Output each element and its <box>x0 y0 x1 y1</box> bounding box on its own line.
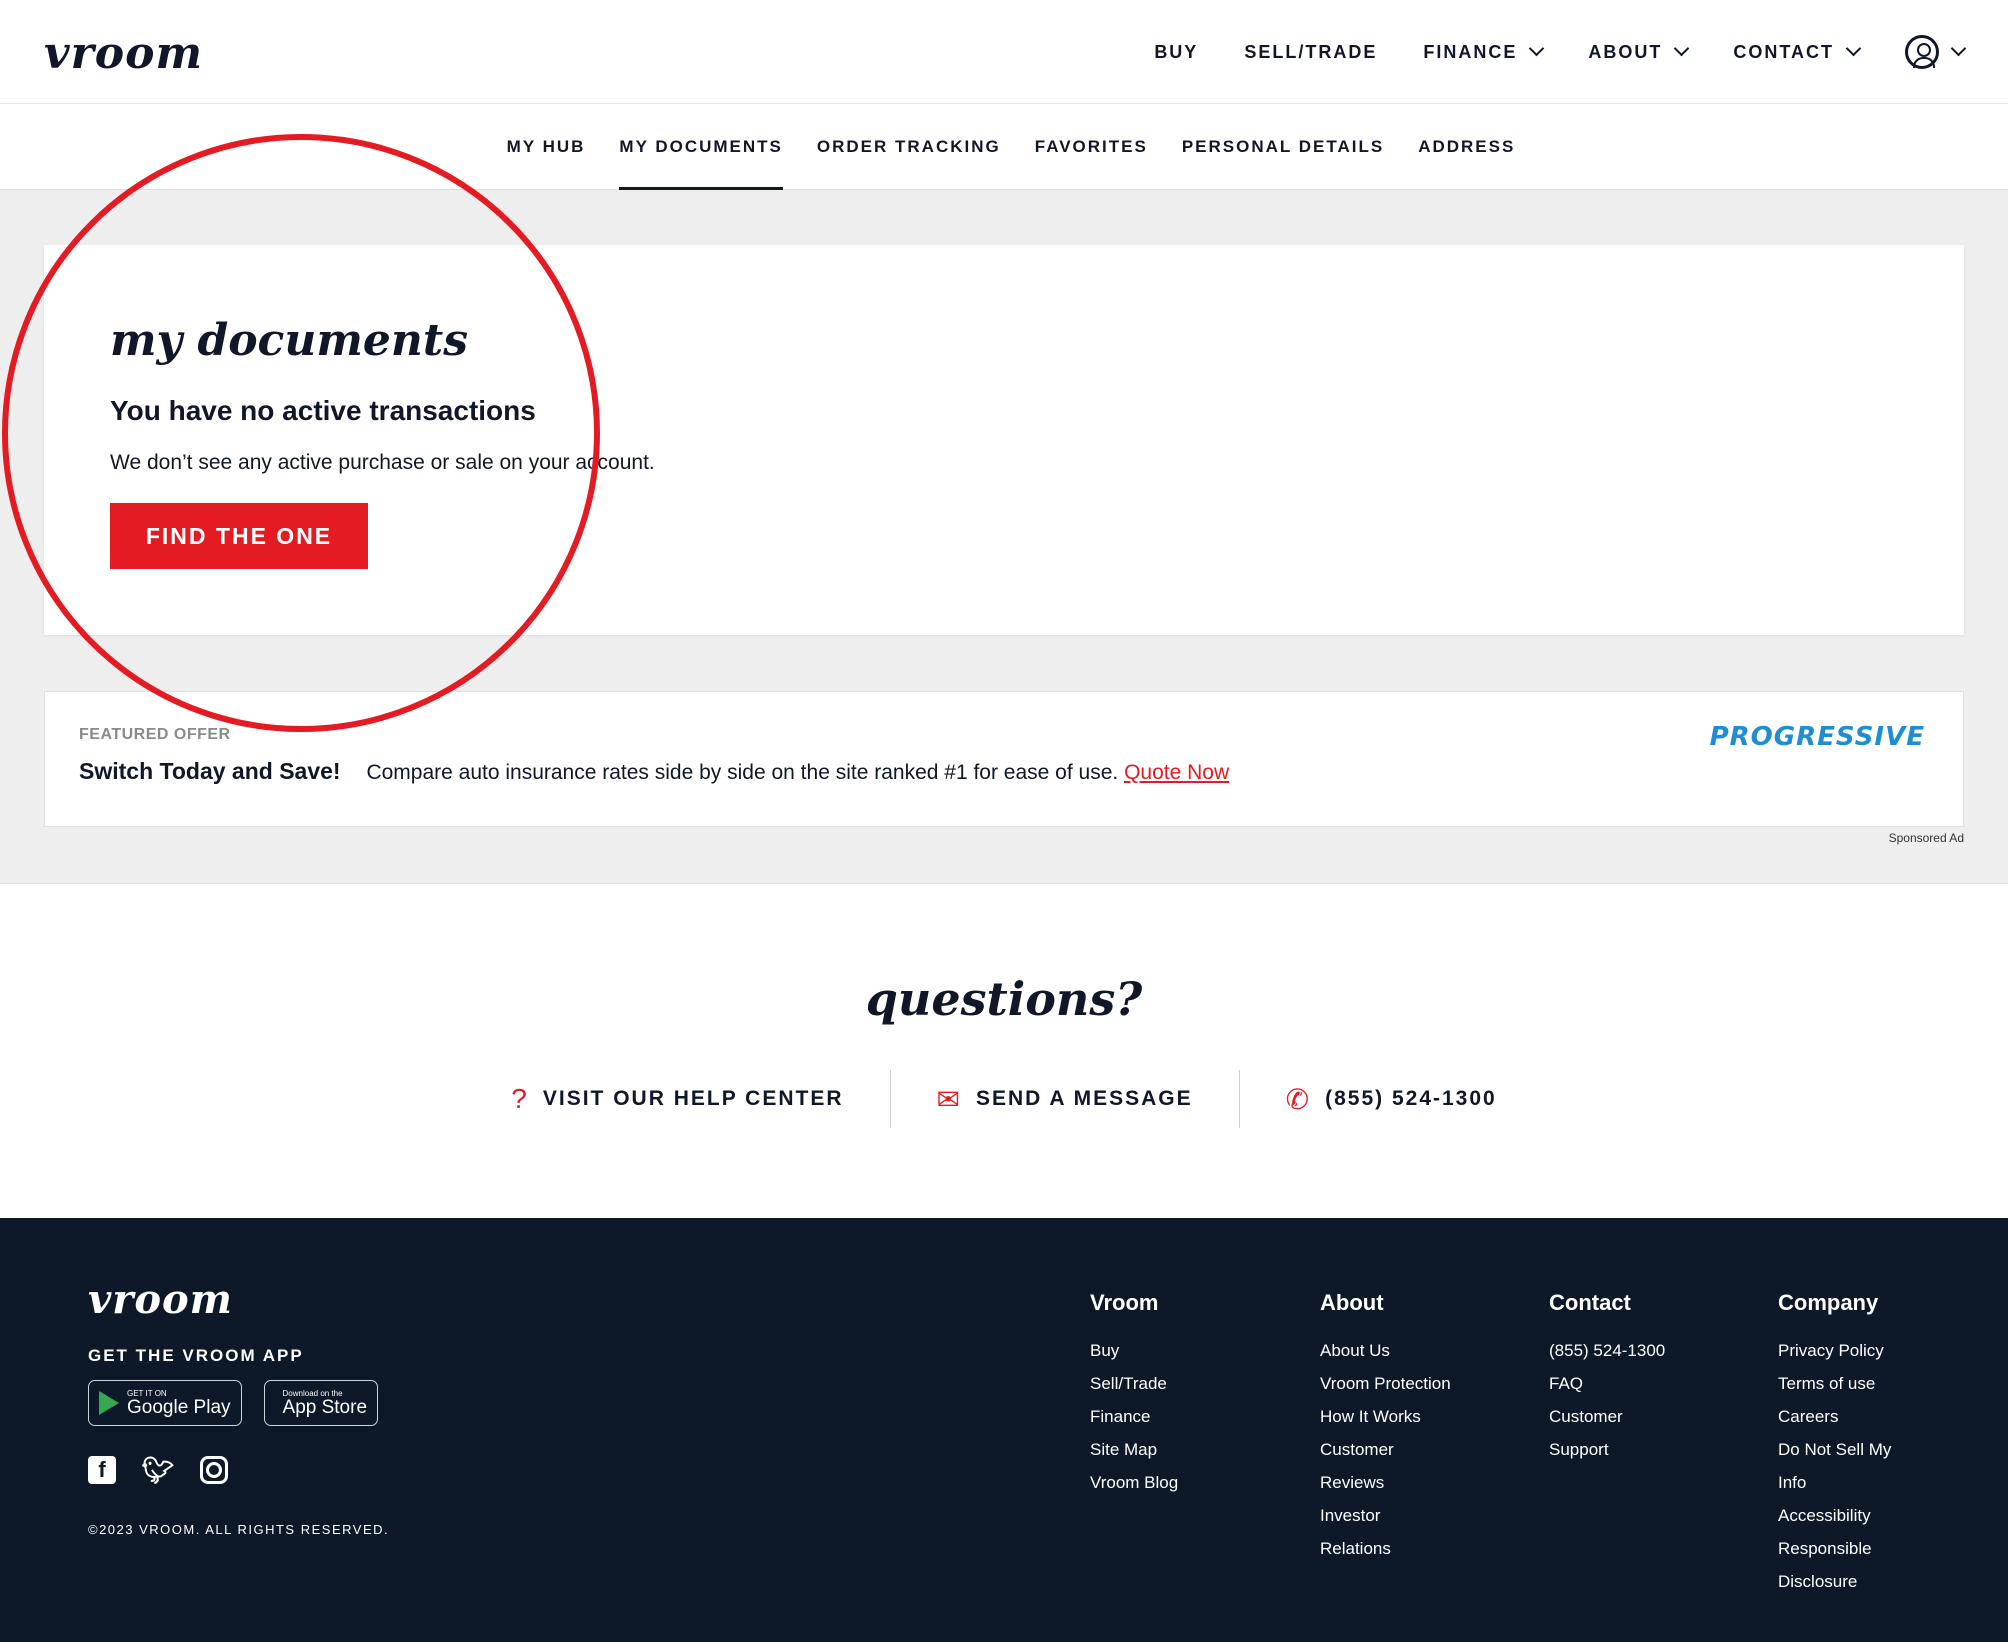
app-store-big: App Store <box>282 1396 368 1418</box>
footer-link[interactable]: Careers <box>1778 1400 1891 1433</box>
page-title: my documents <box>110 315 468 366</box>
footer-link[interactable]: FAQ <box>1549 1367 1665 1400</box>
nav-finance[interactable]: FINANCE <box>1423 40 1545 63</box>
footer: vroom GET THE VROOM APP GET IT ON Google… <box>0 1218 2008 1642</box>
offer-tag: FEATURED OFFER <box>79 726 231 743</box>
footer-link[interactable]: Support <box>1549 1433 1665 1466</box>
empty-state-message: We don’t see any active purchase or sale… <box>110 451 655 474</box>
facebook-icon[interactable]: f <box>88 1456 116 1484</box>
nav-about[interactable]: ABOUT <box>1588 40 1690 63</box>
footer-col-contact: Contact (855) 524-1300 FAQ Customer Supp… <box>1549 1290 1665 1466</box>
chevron-down-icon <box>1674 40 1690 57</box>
app-store-badge[interactable]: Download on the App Store <box>263 1380 379 1426</box>
empty-state-heading: You have no active transactions <box>110 395 536 426</box>
footer-link[interactable]: Terms of use <box>1778 1367 1891 1400</box>
account-menu[interactable] <box>1905 35 1967 69</box>
footer-link[interactable]: Vroom Blog <box>1090 1466 1178 1499</box>
offer-line: Switch Today and Save! Compare auto insu… <box>79 758 1229 785</box>
nav-buy[interactable]: BUY <box>1154 42 1198 63</box>
offer-headline: Switch Today and Save! <box>79 758 341 784</box>
footer-link[interactable]: Sell/Trade <box>1090 1367 1178 1400</box>
tab-personal-details[interactable]: PERSONAL DETAILS <box>1182 104 1384 190</box>
find-the-one-button[interactable]: FIND THE ONE <box>110 503 368 569</box>
copyright: ©2023 VROOM. ALL RIGHTS RESERVED. <box>88 1522 390 1537</box>
tab-my-documents[interactable]: MY DOCUMENTS <box>619 104 784 190</box>
footer-col-title: Contact <box>1549 1290 1631 1315</box>
send-message-link[interactable]: ✉ SEND A MESSAGE <box>889 1070 1239 1128</box>
footer-link[interactable]: Reviews <box>1320 1466 1451 1499</box>
chevron-down-icon <box>1845 40 1862 57</box>
tab-my-hub[interactable]: MY HUB <box>507 104 586 190</box>
footer-col-vroom: Vroom Buy Sell/Trade Finance Site Map Vr… <box>1090 1290 1178 1499</box>
tab-order-tracking[interactable]: ORDER TRACKING <box>817 104 1001 190</box>
quote-now-link[interactable]: Quote Now <box>1124 761 1229 784</box>
nav-buy-label: BUY <box>1154 41 1199 62</box>
footer-col-title: Vroom <box>1090 1290 1159 1315</box>
help-center-link[interactable]: ? VISIT OUR HELP CENTER <box>465 1070 889 1128</box>
questions-title: questions? <box>865 972 1143 1026</box>
footer-link[interactable]: Buy <box>1090 1334 1178 1367</box>
instagram-icon[interactable] <box>200 1456 228 1484</box>
footer-link[interactable]: Privacy Policy <box>1778 1334 1891 1367</box>
footer-link[interactable]: Customer <box>1549 1400 1665 1433</box>
footer-link[interactable]: Relations <box>1320 1532 1451 1565</box>
progressive-logo[interactable]: PROGRESSIVE <box>1710 722 1925 752</box>
user-circle-icon <box>1905 35 1939 69</box>
footer-link[interactable]: Info <box>1778 1466 1891 1499</box>
google-play-icon <box>99 1391 119 1415</box>
nav-sell-trade-label: SELL/TRADE <box>1244 41 1378 62</box>
footer-link[interactable]: About Us <box>1320 1334 1451 1367</box>
nav-sell-trade[interactable]: SELL/TRADE <box>1244 42 1377 63</box>
help-center-label: VISIT OUR HELP CENTER <box>542 1087 844 1110</box>
offer-text: Compare auto insurance rates side by sid… <box>366 761 1119 784</box>
footer-link[interactable]: Do Not Sell My <box>1778 1433 1891 1466</box>
tab-address[interactable]: ADDRESS <box>1418 104 1515 190</box>
account-subnav: MY HUB MY DOCUMENTS ORDER TRACKING FAVOR… <box>0 104 2008 190</box>
footer-link[interactable]: How It Works <box>1320 1400 1451 1433</box>
main-content: my documents You have no active transact… <box>0 190 2008 884</box>
nav-contact[interactable]: CONTACT <box>1733 40 1862 63</box>
send-message-label: SEND A MESSAGE <box>975 1087 1193 1110</box>
google-play-badge[interactable]: GET IT ON Google Play <box>88 1380 242 1426</box>
phone-label: (855) 524-1300 <box>1325 1087 1497 1110</box>
questions-section: questions? ? VISIT OUR HELP CENTER ✉ SEN… <box>0 884 2008 1218</box>
footer-col-company: Company Privacy Policy Terms of use Care… <box>1778 1290 1891 1598</box>
phone-icon: ✆ <box>1285 1083 1312 1115</box>
nav-contact-label: CONTACT <box>1733 41 1834 62</box>
google-play-big: Google Play <box>127 1396 231 1418</box>
footer-link[interactable]: Investor <box>1320 1499 1451 1532</box>
vroom-logo[interactable]: vroom <box>44 28 203 79</box>
main-nav: BUY SELL/TRADE FINANCE ABOUT CONTACT <box>1108 0 1967 104</box>
footer-link[interactable]: Site Map <box>1090 1433 1178 1466</box>
footer-link[interactable]: Customer <box>1320 1433 1451 1466</box>
phone-link[interactable]: ✆ (855) 524-1300 <box>1238 1070 1543 1128</box>
chevron-down-icon <box>1529 40 1545 57</box>
footer-link[interactable]: Responsible <box>1778 1532 1891 1565</box>
top-navigation: vroom BUY SELL/TRADE FINANCE ABOUT CONTA… <box>0 0 2008 104</box>
footer-vroom-logo[interactable]: vroom <box>88 1276 233 1323</box>
sponsored-label: Sponsored Ad <box>1888 831 1964 845</box>
footer-col-about: About About Us Vroom Protection How It W… <box>1320 1290 1451 1565</box>
footer-col-title: About <box>1320 1290 1384 1315</box>
tab-favorites[interactable]: FAVORITES <box>1035 104 1148 190</box>
app-heading: GET THE VROOM APP <box>88 1346 304 1365</box>
footer-link[interactable]: Vroom Protection <box>1320 1367 1451 1400</box>
twitter-icon[interactable]: 🐦︎ <box>142 1455 175 1485</box>
featured-offer: FEATURED OFFER Switch Today and Save! Co… <box>44 691 1964 827</box>
footer-col-title: Company <box>1778 1290 1879 1315</box>
question-mark-icon: ? <box>511 1083 529 1114</box>
nav-finance-label: FINANCE <box>1423 41 1518 62</box>
documents-card: my documents You have no active transact… <box>44 245 1964 635</box>
envelope-icon: ✉ <box>936 1083 962 1115</box>
footer-link[interactable]: (855) 524-1300 <box>1549 1334 1665 1367</box>
nav-about-label: ABOUT <box>1588 41 1663 62</box>
footer-link[interactable]: Accessibility <box>1778 1499 1891 1532</box>
footer-link[interactable]: Finance <box>1090 1400 1178 1433</box>
footer-link[interactable]: Disclosure <box>1778 1565 1891 1598</box>
chevron-down-icon <box>1950 40 1967 57</box>
